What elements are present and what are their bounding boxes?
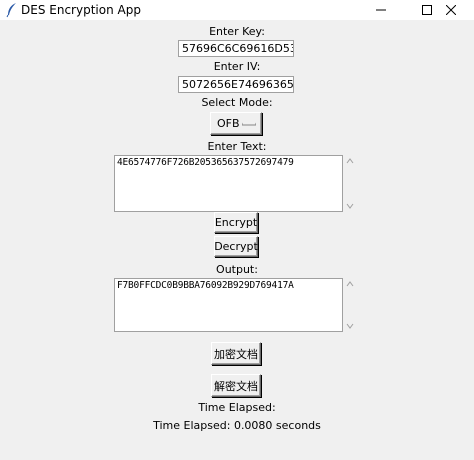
window-title: DES Encryption App xyxy=(21,3,141,17)
input-textarea[interactable]: 4E6574776F726B205365637572697479 xyxy=(114,155,343,212)
scroll-down-icon[interactable] xyxy=(346,203,354,209)
mode-label: Select Mode: xyxy=(201,96,273,109)
output-text-value: F7B0FFCDC0B9BBA76092B929D769417A xyxy=(117,280,294,291)
scroll-down-icon[interactable] xyxy=(346,323,354,329)
decrypt-file-button[interactable]: 解密文档 xyxy=(211,374,261,397)
output-textarea[interactable]: F7B0FFCDC0B9BBA76092B929D769417A xyxy=(114,278,343,332)
close-button[interactable] xyxy=(428,0,474,20)
minimize-icon xyxy=(376,9,386,11)
mode-select[interactable]: OFB xyxy=(210,112,262,135)
minimize-button[interactable] xyxy=(358,0,404,20)
mode-selected-value: OFB xyxy=(217,117,240,130)
feather-icon xyxy=(6,3,16,18)
input-text-label: Enter Text: xyxy=(207,140,267,153)
input-scrollbar[interactable] xyxy=(344,155,356,212)
decrypt-button[interactable]: Decrypt xyxy=(214,236,258,257)
key-label: Enter Key: xyxy=(209,25,265,38)
option-menu-indicator-icon xyxy=(242,122,256,126)
time-elapsed-result: Time Elapsed: 0.0080 seconds xyxy=(153,419,321,432)
main-panel: Enter Key: 57696C6C69616D53 Enter IV: 50… xyxy=(0,20,474,460)
iv-input[interactable]: 5072656E74696365 xyxy=(178,76,294,93)
encrypt-file-button[interactable]: 加密文档 xyxy=(211,342,261,365)
scroll-up-icon[interactable] xyxy=(346,158,354,164)
time-elapsed-label: Time Elapsed: xyxy=(198,401,276,414)
key-input[interactable]: 57696C6C69616D53 xyxy=(178,40,294,57)
output-label: Output: xyxy=(216,263,258,276)
iv-label: Enter IV: xyxy=(213,60,261,73)
input-text-value: 4E6574776F726B205365637572697479 xyxy=(117,157,294,168)
scroll-up-icon[interactable] xyxy=(346,281,354,287)
close-icon xyxy=(446,5,456,15)
output-scrollbar[interactable] xyxy=(344,278,356,332)
encrypt-button[interactable]: Encrypt xyxy=(214,212,258,233)
title-bar: DES Encryption App xyxy=(0,0,474,20)
